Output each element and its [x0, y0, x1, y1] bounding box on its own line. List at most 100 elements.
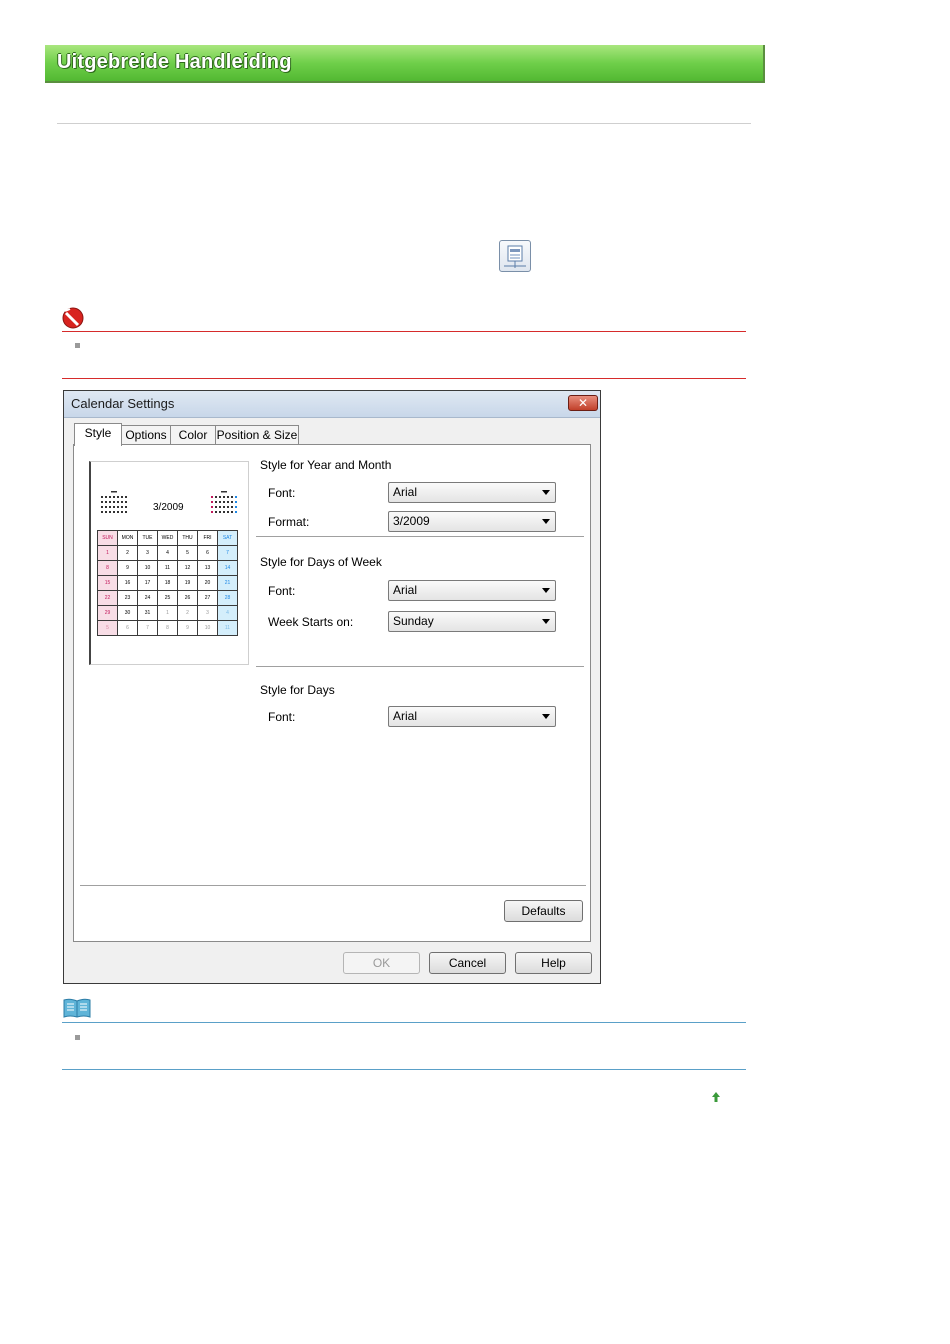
tab-position-size-label: Position & Size [216, 428, 298, 442]
manual-banner: Uitgebreide Handleiding [45, 45, 765, 83]
year-month-format-label: Format: [268, 515, 310, 529]
important-bullet [75, 343, 80, 348]
preview-day-cell: 13 [197, 560, 218, 576]
dialog-title: Calendar Settings [71, 396, 175, 411]
tab-style-label: Style [84, 426, 112, 440]
cancel-button[interactable]: Cancel [429, 952, 506, 974]
panel-bottom-divider [80, 885, 586, 887]
important-top-rule [62, 331, 746, 332]
preview-day-cell: 26 [177, 590, 198, 606]
preview-day-cell: 11 [217, 620, 238, 636]
preview-day-cell: 10 [197, 620, 218, 636]
preview-day-cell: 3 [137, 545, 158, 561]
preview-day-cell: 19 [177, 575, 198, 591]
week-starts-select[interactable]: Sunday [388, 611, 556, 632]
year-month-format-select[interactable]: 3/2009 [388, 511, 556, 532]
style-tab-panel: 3/2009 SUN MON TUE WED THU FRI SAT 1 2 3… [73, 444, 591, 942]
page-top-arrow-icon[interactable] [709, 1089, 723, 1103]
preview-week-row: 15 16 17 18 19 20 21 [97, 575, 238, 591]
dialog-titlebar[interactable]: Calendar Settings ✕ [64, 391, 600, 418]
preview-day-header: TUE [137, 530, 158, 546]
preview-week-row: 29 30 31 1 2 3 4 [97, 605, 238, 621]
preview-day-cell: 22 [97, 590, 118, 606]
preview-day-cell: 2 [117, 545, 138, 561]
preview-header-row: SUN MON TUE WED THU FRI SAT [97, 530, 238, 546]
preview-day-cell: 31 [137, 605, 158, 621]
next-month-mini-calendar [211, 491, 237, 513]
preview-day-cell: 24 [137, 590, 158, 606]
section-divider [256, 536, 584, 538]
days-font-select[interactable]: Arial [388, 706, 556, 727]
preview-day-header: MON [117, 530, 138, 546]
important-bottom-rule [62, 378, 746, 379]
important-prohibited-icon [61, 306, 85, 330]
year-month-heading: Style for Year and Month [260, 458, 392, 472]
preview-day-cell: 25 [157, 590, 178, 606]
preview-day-cell: 17 [137, 575, 158, 591]
preview-day-cell: 8 [157, 620, 178, 636]
note-bullet [75, 1035, 80, 1040]
section-divider [256, 666, 584, 668]
close-icon: ✕ [577, 396, 589, 410]
preview-week-row: 5 6 7 8 9 10 11 [97, 620, 238, 636]
preview-day-header: FRI [197, 530, 218, 546]
help-button[interactable]: Help [515, 952, 592, 974]
preview-day-cell: 27 [197, 590, 218, 606]
days-of-week-font-select[interactable]: Arial [388, 580, 556, 601]
preview-day-cell: 14 [217, 560, 238, 576]
preview-day-cell: 23 [117, 590, 138, 606]
preview-day-cell: 8 [97, 560, 118, 576]
calendar-settings-icon [499, 240, 531, 272]
chevron-down-icon [542, 619, 550, 624]
preview-day-cell: 30 [117, 605, 138, 621]
year-month-font-label: Font: [268, 486, 296, 500]
preview-day-header: THU [177, 530, 198, 546]
calendar-preview: 3/2009 SUN MON TUE WED THU FRI SAT 1 2 3… [89, 461, 249, 665]
preview-day-cell: 9 [117, 560, 138, 576]
preview-day-cell: 6 [117, 620, 138, 636]
preview-day-header: SUN [97, 530, 118, 546]
ok-button[interactable]: OK [343, 952, 420, 974]
tab-position-size[interactable]: Position & Size [215, 425, 299, 445]
preview-day-cell: 7 [217, 545, 238, 561]
days-heading: Style for Days [260, 683, 335, 697]
preview-day-cell: 9 [177, 620, 198, 636]
year-month-format-value: 3/2009 [393, 514, 430, 528]
preview-day-cell: 28 [217, 590, 238, 606]
preview-day-cell: 3 [197, 605, 218, 621]
note-bottom-rule [62, 1069, 746, 1070]
year-month-font-select[interactable]: Arial [388, 482, 556, 503]
preview-day-cell: 5 [177, 545, 198, 561]
preview-day-cell: 21 [217, 575, 238, 591]
preview-day-cell: 7 [137, 620, 158, 636]
preview-day-cell: 18 [157, 575, 178, 591]
close-button[interactable]: ✕ [568, 395, 598, 411]
preview-week-row: 1 2 3 4 5 6 7 [97, 545, 238, 561]
preview-day-cell: 1 [157, 605, 178, 621]
tab-color-label: Color [178, 428, 208, 442]
preview-day-cell: 10 [137, 560, 158, 576]
chevron-down-icon [542, 490, 550, 495]
calendar-settings-dialog: Calendar Settings ✕ Style Options Color … [63, 390, 601, 984]
preview-month-label: 3/2009 [153, 502, 184, 513]
preview-week-row: 22 23 24 25 26 27 28 [97, 590, 238, 606]
days-of-week-font-value: Arial [393, 583, 418, 597]
preview-day-cell: 2 [177, 605, 198, 621]
note-book-icon [63, 998, 91, 1018]
preview-day-header: WED [157, 530, 178, 546]
chevron-down-icon [542, 714, 550, 719]
tab-style[interactable]: Style [74, 423, 122, 446]
preview-day-header: SAT [217, 530, 238, 546]
week-starts-label: Week Starts on: [268, 615, 354, 629]
tab-color[interactable]: Color [170, 425, 216, 445]
preview-day-cell: 16 [117, 575, 138, 591]
tab-options[interactable]: Options [121, 425, 171, 445]
chevron-down-icon [542, 588, 550, 593]
preview-day-cell: 5 [97, 620, 118, 636]
preview-day-cell: 15 [97, 575, 118, 591]
preview-day-cell: 29 [97, 605, 118, 621]
days-font-label: Font: [268, 710, 296, 724]
preview-day-cell: 4 [157, 545, 178, 561]
preview-day-cell: 4 [217, 605, 238, 621]
defaults-button[interactable]: Defaults [504, 900, 583, 922]
